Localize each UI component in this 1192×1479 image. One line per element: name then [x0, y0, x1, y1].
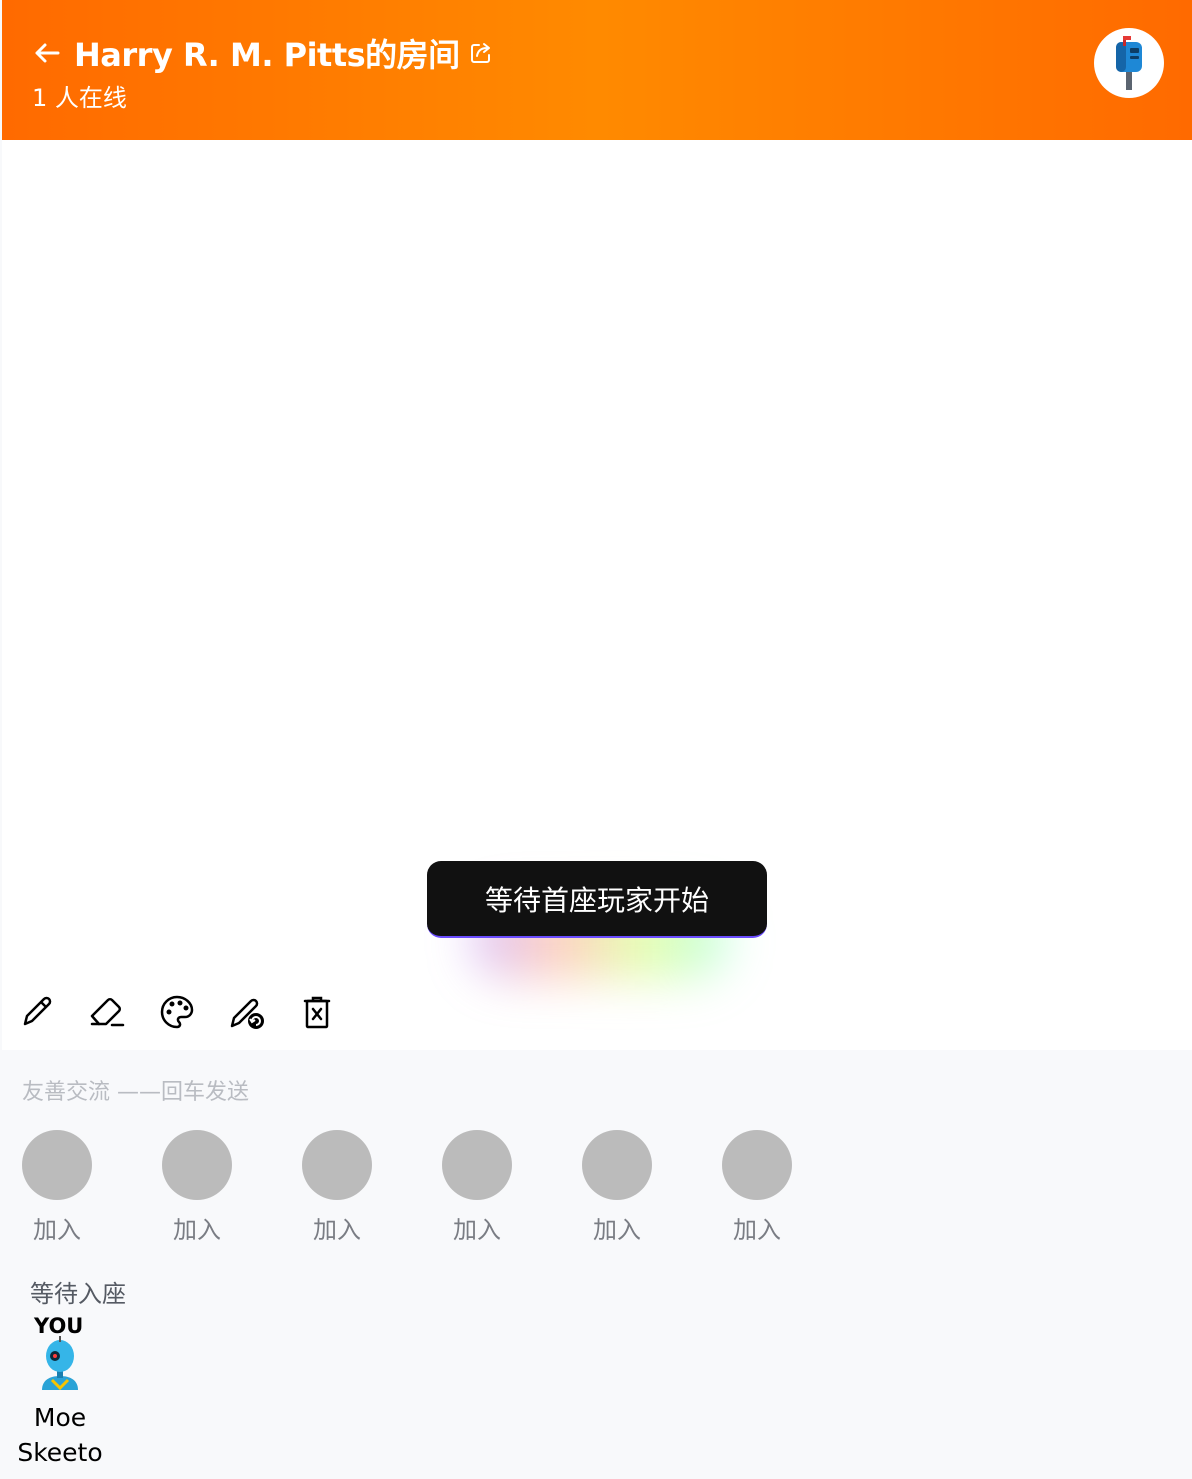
join-label: 加入: [173, 1216, 221, 1244]
seat-avatar-placeholder: [302, 1130, 372, 1200]
trash-icon[interactable]: [298, 992, 336, 1032]
join-label: 加入: [593, 1216, 641, 1244]
chat-input[interactable]: [22, 1074, 722, 1110]
robot-avatar-icon: [34, 1336, 86, 1392]
waiting-player-name: Moe Skeeto: [17, 1403, 103, 1467]
title-row: Harry R. M. Pitts的房间: [32, 30, 498, 76]
online-count: 1 人在线: [32, 84, 127, 112]
join-label: 加入: [313, 1216, 361, 1244]
seat-avatar-placeholder: [722, 1130, 792, 1200]
status-message: 等待首座玩家开始: [427, 861, 767, 938]
eraser-icon[interactable]: [88, 992, 126, 1032]
seat-5[interactable]: 加入: [582, 1130, 652, 1245]
you-badge: YOU: [34, 1314, 84, 1338]
seat-avatar-placeholder: [162, 1130, 232, 1200]
join-label: 加入: [733, 1216, 781, 1244]
palette-icon[interactable]: [158, 992, 196, 1032]
seat-avatar-placeholder: [442, 1130, 512, 1200]
mailbox-avatar-icon[interactable]: [1094, 28, 1164, 98]
room-title: Harry R. M. Pitts的房间: [74, 36, 460, 74]
waiting-title: 等待入座: [30, 1280, 126, 1308]
share-icon[interactable]: [468, 38, 498, 68]
join-label: 加入: [33, 1216, 81, 1244]
seat-4[interactable]: 加入: [442, 1130, 512, 1245]
seat-6[interactable]: 加入: [722, 1130, 792, 1245]
seat-3[interactable]: 加入: [302, 1130, 372, 1245]
join-label: 加入: [453, 1216, 501, 1244]
drawing-room-app: Harry R. M. Pitts的房间 1 人在线 等待首座玩家开始 友善交流…: [0, 0, 1192, 1479]
seat-1[interactable]: 加入: [22, 1130, 92, 1245]
seat-2[interactable]: 加入: [162, 1130, 232, 1245]
seat-avatar-placeholder: [22, 1130, 92, 1200]
arrow-left-icon[interactable]: [32, 36, 66, 70]
pen-undo-icon[interactable]: [228, 992, 266, 1032]
pencil-icon[interactable]: [18, 992, 56, 1032]
seat-avatar-placeholder: [582, 1130, 652, 1200]
room-header: Harry R. M. Pitts的房间 1 人在线: [2, 0, 1192, 140]
seat-list: 加入 加入 加入 加入 加入 加入: [22, 1130, 792, 1245]
drawing-toolbar: [18, 992, 336, 1032]
bottom-panel: 加入 加入 加入 加入 加入 加入 等待入座 Y: [2, 1050, 1192, 1479]
